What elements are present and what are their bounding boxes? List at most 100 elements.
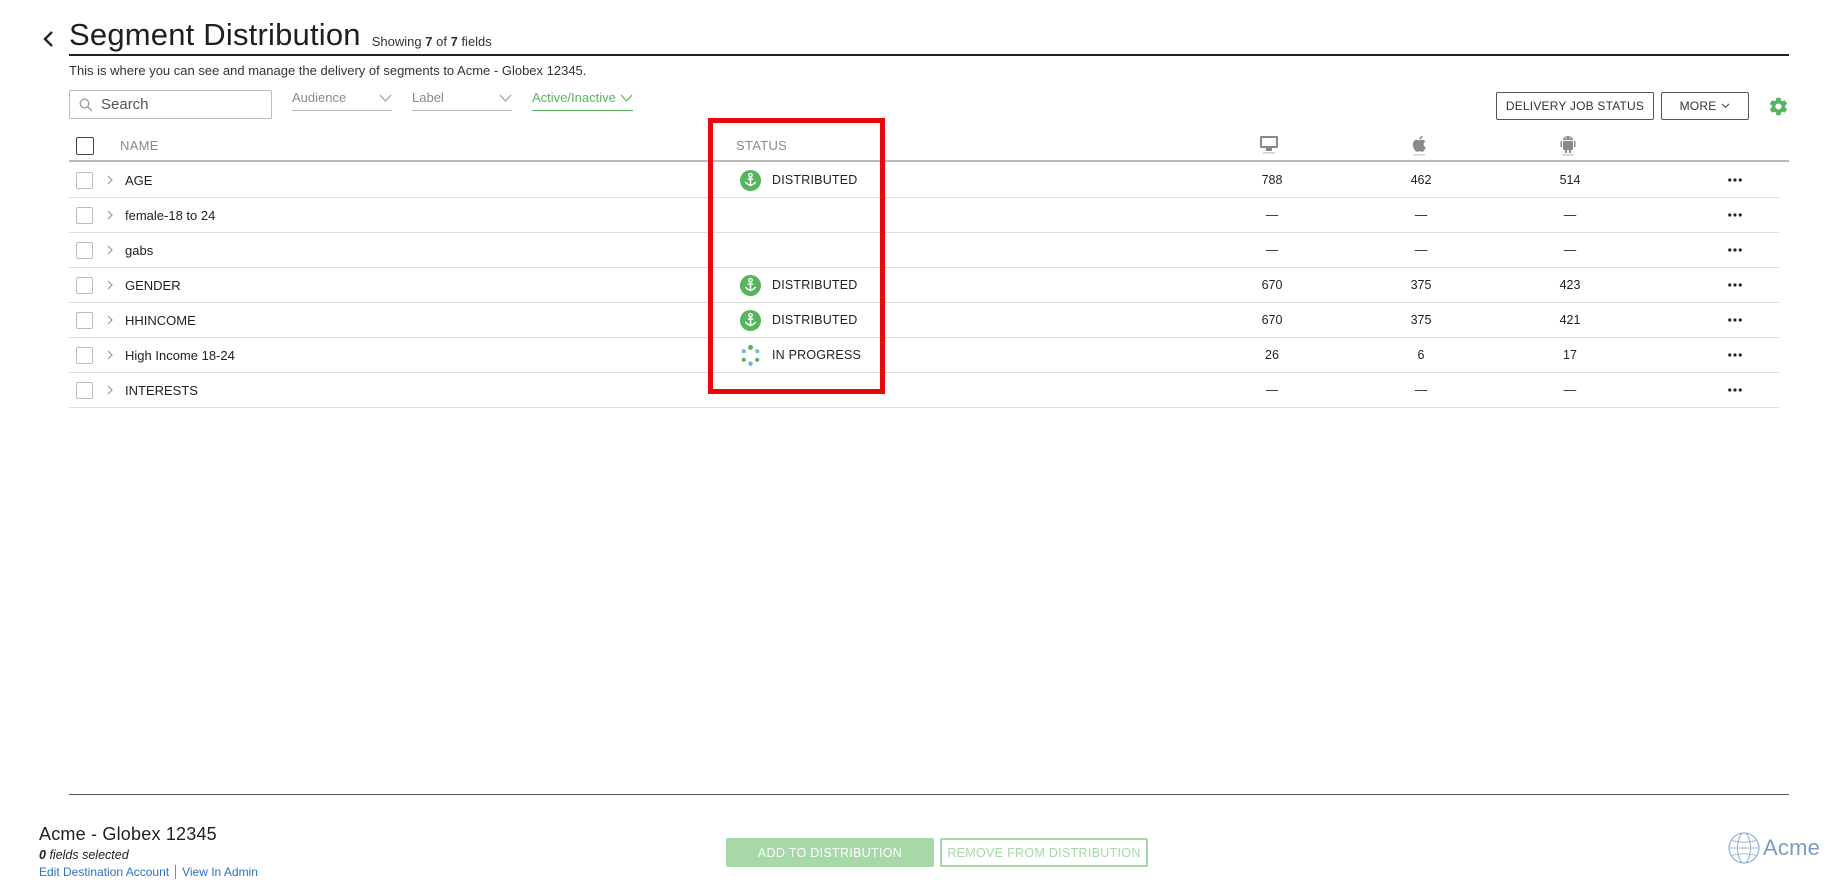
- link-separator: [175, 865, 177, 879]
- showing-count: Showing 7 of 7 fields: [372, 34, 492, 49]
- in-progress-icon: [741, 344, 760, 366]
- android-icon: [1560, 136, 1576, 156]
- row-checkbox[interactable]: [76, 312, 93, 329]
- footer-bar: Acme - Globex 12345 0 fields selected Ed…: [0, 812, 1847, 888]
- more-horizontal-icon: [1728, 248, 1742, 252]
- page-title: Segment Distribution: [69, 17, 361, 52]
- count-desktop: 670: [1261, 278, 1283, 292]
- column-header-status[interactable]: STATUS: [736, 138, 787, 153]
- showing-prefix: Showing: [371, 34, 422, 49]
- showing-total-value: 7: [450, 34, 458, 49]
- status-label: IN PROGRESS: [772, 348, 862, 362]
- chevron-right-icon[interactable]: [105, 243, 115, 257]
- row-checkbox[interactable]: [76, 242, 93, 259]
- row-actions-button[interactable]: [1723, 346, 1747, 364]
- row-actions-button[interactable]: [1723, 206, 1747, 224]
- filter-audience-label: Audience: [292, 90, 347, 105]
- delivery-job-status-button[interactable]: DELIVERY JOB STATUS: [1496, 92, 1654, 120]
- count-desktop: —: [1265, 208, 1279, 222]
- more-horizontal-icon: [1728, 283, 1742, 287]
- more-horizontal-icon: [1728, 213, 1742, 217]
- status-cell: DISTRIBUTED: [739, 308, 858, 332]
- filter-label[interactable]: Label: [412, 90, 512, 111]
- table-row[interactable]: female-18 to 24 — — —: [69, 198, 1779, 233]
- segment-name: INTERESTS: [125, 383, 198, 398]
- acme-logo: Acme: [1727, 830, 1820, 866]
- filter-active-inactive[interactable]: Active/Inactive: [532, 90, 633, 111]
- count-android: —: [1563, 383, 1577, 397]
- edit-destination-account-link[interactable]: Edit Destination Account: [39, 865, 169, 879]
- chevron-right-icon[interactable]: [105, 278, 115, 292]
- count-android: 423: [1559, 278, 1581, 292]
- chevron-down-icon: [620, 94, 633, 102]
- footer-divider: [69, 794, 1789, 795]
- more-button[interactable]: MORE: [1661, 92, 1749, 120]
- row-actions-button[interactable]: [1723, 381, 1747, 399]
- count-ios: 375: [1410, 278, 1432, 292]
- count-desktop: 26: [1265, 348, 1279, 362]
- logo-text: Acme: [1763, 835, 1821, 860]
- chevron-right-icon[interactable]: [105, 383, 115, 397]
- row-actions-button[interactable]: [1723, 241, 1747, 259]
- showing-count-value: 7: [425, 34, 433, 49]
- chevron-right-icon[interactable]: [105, 313, 115, 327]
- table-row[interactable]: gabs — — —: [69, 233, 1779, 268]
- segment-name: HHINCOME: [125, 313, 196, 328]
- status-label: DISTRIBUTED: [772, 173, 858, 187]
- fields-selected-count: 0: [39, 848, 46, 862]
- count-ios: —: [1414, 383, 1428, 397]
- distributed-icon: [739, 169, 762, 191]
- table-row[interactable]: GENDER DISTRIBUTED 670 375 423: [69, 268, 1779, 303]
- row-checkbox[interactable]: [76, 347, 93, 364]
- row-checkbox[interactable]: [76, 382, 93, 399]
- page-header: Segment Distribution Showing 7 of 7 fiel…: [69, 18, 1789, 56]
- row-checkbox[interactable]: [76, 172, 93, 189]
- back-button[interactable]: [38, 28, 60, 50]
- table-header: NAME STATUS: [69, 128, 1789, 162]
- filter-audience[interactable]: Audience: [292, 90, 392, 111]
- chevron-down-icon: [499, 94, 512, 102]
- count-android: 514: [1559, 173, 1581, 187]
- chevron-down-icon: [379, 94, 392, 102]
- count-desktop: —: [1265, 383, 1279, 397]
- table-row[interactable]: HHINCOME DISTRIBUTED 670 375 421: [69, 303, 1779, 338]
- status-label: DISTRIBUTED: [772, 313, 858, 327]
- chevron-right-icon[interactable]: [105, 348, 115, 362]
- remove-from-distribution-button[interactable]: REMOVE FROM DISTRIBUTION: [940, 838, 1148, 867]
- chevron-right-icon[interactable]: [105, 208, 115, 222]
- search-box[interactable]: [69, 90, 272, 119]
- chevron-right-icon[interactable]: [105, 173, 115, 187]
- column-header-name[interactable]: NAME: [120, 138, 159, 153]
- row-actions-button[interactable]: [1723, 276, 1747, 294]
- table-row[interactable]: High Income 18-24 IN PROGRESS 26 6 17: [69, 338, 1779, 373]
- more-button-label: MORE: [1679, 99, 1717, 113]
- row-checkbox[interactable]: [76, 207, 93, 224]
- more-horizontal-icon: [1728, 353, 1742, 357]
- filter-label-label: Label: [412, 90, 444, 105]
- view-in-admin-link[interactable]: View In Admin: [182, 865, 258, 879]
- desktop-icon: [1260, 136, 1278, 154]
- row-actions-button[interactable]: [1723, 171, 1747, 189]
- select-all-checkbox[interactable]: [76, 137, 94, 155]
- row-actions-button[interactable]: [1723, 311, 1747, 329]
- row-checkbox[interactable]: [76, 277, 93, 294]
- count-android: —: [1563, 208, 1577, 222]
- segment-name: female-18 to 24: [125, 208, 216, 223]
- segment-name: GENDER: [125, 278, 181, 293]
- add-to-distribution-button[interactable]: ADD TO DISTRIBUTION: [726, 838, 934, 867]
- filter-active-inactive-label: Active/Inactive: [532, 90, 616, 105]
- gear-icon[interactable]: [1768, 96, 1789, 117]
- search-input[interactable]: [101, 96, 261, 113]
- page-subtitle: This is where you can see and manage the…: [69, 63, 587, 78]
- table-row[interactable]: INTERESTS — — —: [69, 373, 1779, 408]
- segment-name: High Income 18-24: [125, 348, 235, 363]
- more-horizontal-icon: [1728, 178, 1742, 182]
- chevron-down-icon: [1722, 103, 1730, 109]
- apple-icon: [1412, 135, 1426, 156]
- fields-selected-suffix: fields selected: [49, 848, 129, 862]
- table-row[interactable]: AGE DISTRIBUTED 788 462 514: [69, 163, 1779, 198]
- count-ios: 375: [1410, 313, 1432, 327]
- count-ios: 6: [1417, 348, 1425, 362]
- count-android: 17: [1563, 348, 1577, 362]
- count-ios: 462: [1410, 173, 1432, 187]
